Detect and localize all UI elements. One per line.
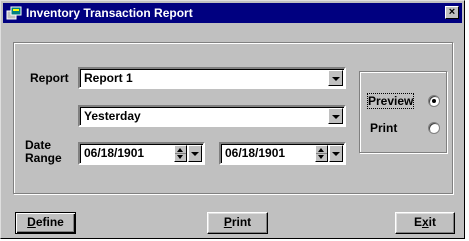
radio-selected-dot <box>432 99 436 103</box>
chevron-down-icon <box>332 115 340 119</box>
chevron-down-icon <box>191 152 199 156</box>
start-date-dropdown-button[interactable] <box>188 145 202 162</box>
end-date-value: 06/18/1901 <box>225 146 286 160</box>
close-icon: × <box>448 6 456 18</box>
app-icon <box>6 6 22 20</box>
exit-button[interactable]: Exit <box>395 212 455 234</box>
close-button[interactable]: × <box>445 6 459 19</box>
define-button[interactable]: Define <box>15 212 76 234</box>
window-title: Inventory Transaction Report <box>26 6 193 20</box>
start-date-field[interactable]: 06/18/1901 <box>78 142 205 165</box>
report-dropdown-button[interactable] <box>328 70 343 86</box>
report-window: Inventory Transaction Report × Report Re… <box>0 0 465 239</box>
period-dropdown-button[interactable] <box>328 108 343 124</box>
start-date-spinner[interactable] <box>174 145 187 162</box>
output-options-group <box>359 71 447 153</box>
spin-up-icon <box>318 148 324 152</box>
spin-down-icon <box>318 155 324 159</box>
chevron-down-icon <box>332 152 340 156</box>
print-option-label[interactable]: Print <box>370 121 397 135</box>
print-radio[interactable] <box>428 122 440 134</box>
title-bar[interactable]: Inventory Transaction Report × <box>3 3 462 23</box>
end-date-spinner[interactable] <box>315 145 328 162</box>
report-select[interactable]: Report 1 <box>78 67 346 89</box>
start-date-value: 06/18/1901 <box>84 146 145 160</box>
preview-option-label[interactable]: Preview <box>366 93 415 109</box>
preview-radio[interactable] <box>428 95 440 107</box>
period-select[interactable]: Yesterday <box>78 105 346 127</box>
end-date-dropdown-button[interactable] <box>329 145 343 162</box>
print-button[interactable]: Print <box>207 212 268 234</box>
report-label: Report <box>30 71 69 85</box>
spin-up-icon <box>177 148 183 152</box>
period-select-value: Yesterday <box>84 109 141 123</box>
date-range-label-line2: Range <box>25 151 62 165</box>
end-date-field[interactable]: 06/18/1901 <box>219 142 346 165</box>
date-range-label-line1: Date <box>25 138 52 152</box>
chevron-down-icon <box>332 77 340 81</box>
report-select-value: Report 1 <box>84 71 133 85</box>
spin-down-icon <box>177 155 183 159</box>
